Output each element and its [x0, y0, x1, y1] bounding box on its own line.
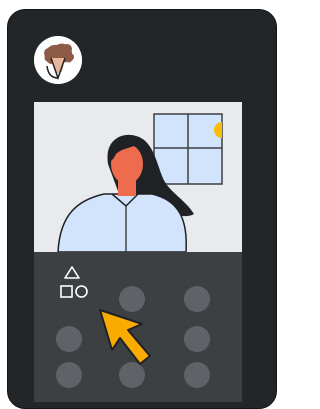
- controls-panel: [34, 252, 242, 402]
- shapes-icon: [60, 266, 88, 298]
- pointer-cursor-icon: [99, 309, 151, 365]
- device-frame: [7, 9, 277, 409]
- dot-button[interactable]: [184, 326, 210, 352]
- dot-button[interactable]: [184, 286, 210, 312]
- cursor: [96, 306, 156, 370]
- dot-button[interactable]: [56, 326, 82, 352]
- video-tile: [34, 102, 242, 252]
- shapes-button[interactable]: [52, 264, 92, 304]
- user-avatar-icon: [34, 36, 82, 84]
- dot-button[interactable]: [56, 362, 82, 388]
- avatar[interactable]: [34, 36, 82, 84]
- person-illustration-icon: [34, 102, 242, 252]
- dot-button[interactable]: [184, 362, 210, 388]
